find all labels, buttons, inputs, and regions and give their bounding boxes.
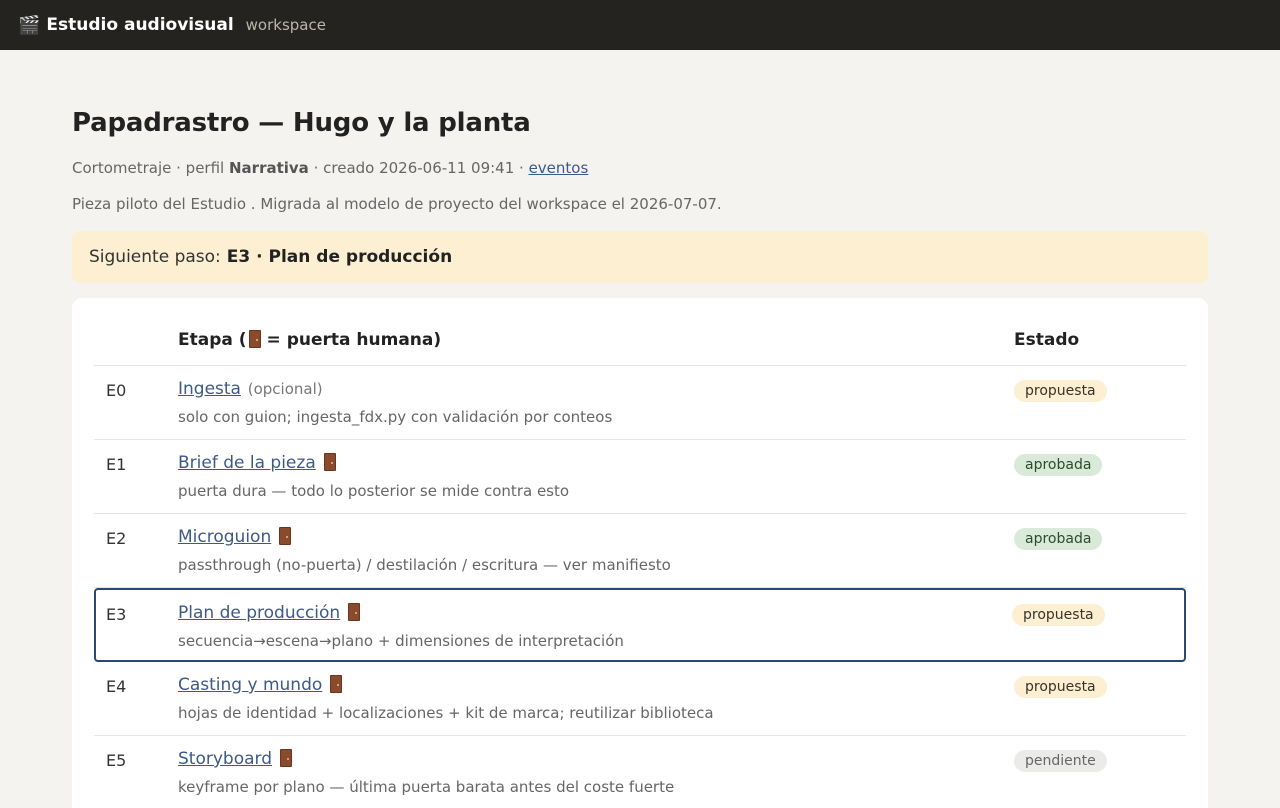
- table-body: E0 Ingesta (opcional) solo con guion; inge…: [94, 366, 1186, 808]
- state-cell: propuesta: [1012, 603, 1184, 660]
- stage-id: E3: [106, 605, 127, 624]
- main-content: Papadrastro — Hugo y la planta Cortometr…: [0, 108, 1280, 808]
- next-step-banner: Siguiente paso: E3 · Plan de producción: [72, 231, 1208, 283]
- stage-cell: Microguion passthrough (no-puerta) / dest…: [178, 527, 1014, 587]
- stage-id: E4: [106, 677, 127, 696]
- stage-link[interactable]: Storyboard: [178, 749, 272, 769]
- stage-cell: Storyboard keyframe por plano — última pu…: [178, 749, 1014, 808]
- status-badge: pendiente: [1014, 750, 1107, 772]
- state-cell: propuesta: [1014, 379, 1186, 439]
- stage-note: puerta dura — todo lo posterior se mide …: [178, 482, 570, 500]
- table-header: Etapa ( = puerta humana) Estado: [94, 314, 1186, 366]
- door-icon: [280, 749, 292, 767]
- stage-line: Plan de producción: [178, 603, 1012, 623]
- door-icon: [348, 603, 361, 621]
- created-date: creado 2026-06-11 09:41: [323, 159, 515, 177]
- events-link[interactable]: eventos: [529, 159, 589, 177]
- stage-note: secuencia→escena→plano + dimensiones de …: [178, 632, 624, 650]
- stage-note: hojas de identidad + localizaciones + ki…: [178, 704, 714, 722]
- table-row: E1 Brief de la pieza puerta dura — todo lo…: [94, 440, 1186, 514]
- status-badge: aprobada: [1014, 454, 1103, 476]
- project-description: Pieza piloto del Estudio . Migrada al mo…: [72, 195, 722, 213]
- door-icon: [323, 453, 336, 471]
- status-badge: propuesta: [1014, 676, 1107, 698]
- optional-label: (opcional): [242, 380, 323, 398]
- door-icon: [248, 329, 261, 348]
- stage-id: E0: [106, 381, 127, 400]
- project-type: Cortometraje: [72, 159, 172, 177]
- clapperboard-icon: 🎬: [18, 14, 41, 36]
- door-icon: [279, 527, 292, 545]
- page-title: Papadrastro — Hugo y la planta: [72, 108, 531, 138]
- stage-line: Brief de la pieza: [178, 453, 1014, 473]
- status-badge: propuesta: [1014, 380, 1107, 402]
- project-meta: Cortometraje · perfil Narrativa · creado…: [72, 159, 589, 177]
- stage-note: solo con guion; ingesta_fdx.py con valid…: [178, 408, 613, 426]
- header-state: Estado: [1014, 329, 1080, 350]
- stage-id: E2: [106, 529, 127, 548]
- status-badge: propuesta: [1012, 604, 1105, 626]
- stage-cell: Casting y mundo hojas de identidad + loca…: [178, 675, 1014, 735]
- stage-id: E1: [106, 455, 127, 474]
- state-cell: aprobada: [1014, 453, 1186, 513]
- next-step-label: Siguiente paso:: [89, 247, 221, 267]
- stage-note: passthrough (no-puerta) / destilación / …: [178, 556, 671, 574]
- table-row: E5 Storyboard keyframe por plano — última …: [94, 736, 1186, 808]
- status-badge: aprobada: [1014, 528, 1103, 550]
- table-row: E0 Ingesta (opcional) solo con guion; inge…: [94, 366, 1186, 440]
- stage-cell: Brief de la pieza puerta dura — todo lo p…: [178, 453, 1014, 513]
- perfil-value: Narrativa: [229, 159, 309, 177]
- stages-table: Etapa ( = puerta humana) Estado E0 Ingesta…: [72, 298, 1208, 808]
- top-bar: 🎬 Estudio audiovisual workspace: [0, 0, 1280, 50]
- state-cell: pendiente: [1014, 749, 1186, 808]
- app-brand[interactable]: Estudio audiovisual: [46, 15, 233, 35]
- stage-link[interactable]: Microguion: [178, 527, 271, 547]
- stage-note: keyframe por plano — última puerta barat…: [178, 778, 675, 796]
- stage-cell: Ingesta (opcional) solo con guion; ingest…: [178, 379, 1014, 439]
- door-icon: [330, 675, 343, 693]
- header-stage-post: = puerta humana): [266, 329, 442, 350]
- stage-line: Ingesta (opcional): [178, 379, 1014, 399]
- stage-link[interactable]: Brief de la pieza: [178, 453, 316, 473]
- app-subtitle: workspace: [245, 16, 326, 34]
- perfil-label: perfil: [185, 159, 225, 177]
- state-cell: aprobada: [1014, 527, 1186, 587]
- state-cell: propuesta: [1014, 675, 1186, 735]
- stage-link[interactable]: Ingesta: [178, 379, 241, 399]
- table-row: E2 Microguion passthrough (no-puerta) / de…: [94, 514, 1186, 588]
- table-row: E4 Casting y mundo hojas de identidad + lo…: [94, 662, 1186, 736]
- stage-line: Microguion: [178, 527, 1014, 547]
- table-row: E3 Plan de producción secuencia→escena→pla…: [94, 588, 1186, 662]
- stage-link[interactable]: Casting y mundo: [178, 675, 322, 695]
- stage-cell: Plan de producción secuencia→escena→plano…: [178, 603, 1012, 660]
- stage-id: E5: [106, 751, 127, 770]
- stage-line: Casting y mundo: [178, 675, 1014, 695]
- stage-link[interactable]: Plan de producción: [178, 603, 340, 623]
- next-step-value: E3 · Plan de producción: [226, 247, 453, 267]
- header-stage-pre: Etapa (: [178, 329, 247, 350]
- stage-line: Storyboard: [178, 749, 1014, 769]
- header-stage: Etapa ( = puerta humana): [178, 329, 1014, 350]
